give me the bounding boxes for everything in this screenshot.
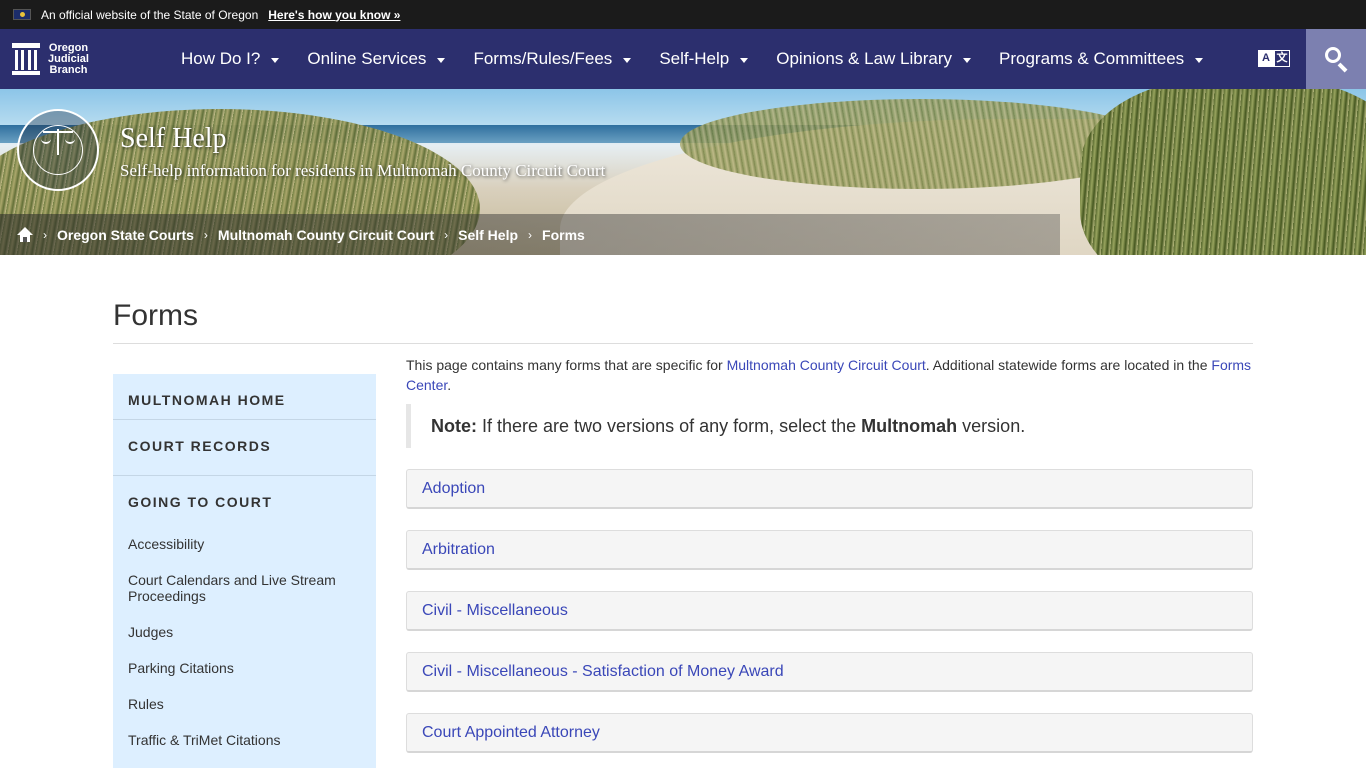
chevron-right-icon: › (528, 227, 533, 242)
nav-how-do-i[interactable]: How Do I? (167, 49, 293, 69)
hero-grass (1080, 89, 1366, 255)
intro-text: . Additional statewide forms are located… (925, 357, 1212, 373)
caret-down-icon (271, 57, 280, 63)
accordion-civil-misc[interactable]: Civil - Miscellaneous (406, 591, 1253, 631)
nav-label: Forms/Rules/Fees (473, 49, 613, 68)
logo-line: Judicial (48, 52, 89, 65)
chevron-right-icon: › (203, 227, 208, 242)
hero-title: Self Help (120, 123, 227, 154)
search-button[interactable] (1306, 29, 1366, 89)
nav-label: Self-Help (659, 49, 730, 68)
intro-text: This page contains many forms that are s… (406, 357, 727, 373)
caret-down-icon (437, 57, 446, 63)
sidebar-link-court-calendars[interactable]: Court Calendars and Live Stream Proceedi… (128, 572, 363, 604)
logo-line: Oregon (48, 41, 89, 54)
intro-paragraph: This page contains many forms that are s… (406, 355, 1256, 395)
translate-icon[interactable]: A 文 (1258, 50, 1291, 67)
nav-self-help[interactable]: Self-Help (645, 49, 762, 69)
search-icon-handle (1337, 62, 1348, 73)
hero-subtitle: Self-help information for residents in M… (120, 161, 606, 180)
search-icon (1325, 47, 1341, 63)
nav-label: Online Services (307, 49, 427, 68)
official-website-banner: An official website of the State of Oreg… (0, 0, 1366, 29)
nav-online-services[interactable]: Online Services (293, 49, 459, 69)
judicial-department-seal-icon (17, 109, 99, 191)
sidebar-item-going-to-court[interactable]: GOING TO COURT (113, 494, 376, 510)
accordion-arbitration[interactable]: Arbitration (406, 530, 1253, 570)
sidebar-item-multnomah-home[interactable]: MULTNOMAH HOME (113, 392, 376, 408)
title-divider (113, 343, 1253, 344)
nav-label: Opinions & Law Library (776, 49, 952, 68)
oregon-flag-icon (13, 9, 31, 20)
sidebar-divider (113, 475, 376, 476)
translate-zh-glyph: 文 (1274, 50, 1290, 67)
nav-label: How Do I? (181, 49, 261, 68)
logo-line: Branch (49, 63, 88, 76)
caret-down-icon (1195, 57, 1204, 63)
note-bold: Multnomah (861, 415, 958, 436)
accordion-adoption[interactable]: Adoption (406, 469, 1253, 509)
note-text: If there are two versions of any form, s… (477, 415, 862, 436)
nav-menu: How Do I? Online Services Forms/Rules/Fe… (167, 49, 1217, 69)
how-you-know-link[interactable]: Here's how you know » (268, 8, 400, 22)
breadcrumb-self-help[interactable]: Self Help (458, 227, 518, 243)
sidebar-link-judges[interactable]: Judges (128, 624, 363, 640)
multnomah-court-link[interactable]: Multnomah County Circuit Court (727, 357, 926, 373)
note-callout: Note: If there are two versions of any f… (406, 404, 1252, 448)
nav-opinions-law-library[interactable]: Opinions & Law Library (762, 49, 985, 69)
nav-forms-rules-fees[interactable]: Forms/Rules/Fees (459, 49, 645, 69)
sidebar-link-parking-citations[interactable]: Parking Citations (128, 660, 363, 676)
sidebar: MULTNOMAH HOME COURT RECORDS GOING TO CO… (113, 374, 376, 768)
chevron-right-icon: › (444, 227, 449, 242)
note-label: Note: (431, 415, 477, 436)
sidebar-item-court-records[interactable]: COURT RECORDS (113, 438, 376, 454)
hero-banner: Self Help Self-help information for resi… (0, 89, 1366, 255)
note-text: version. (957, 415, 1026, 436)
sidebar-link-rules[interactable]: Rules (128, 696, 363, 712)
breadcrumb-multnomah-county[interactable]: Multnomah County Circuit Court (218, 227, 434, 243)
translate-a-glyph: A (1258, 50, 1274, 67)
official-banner-text: An official website of the State of Oreg… (41, 7, 259, 22)
breadcrumb-forms[interactable]: Forms (542, 227, 585, 243)
nav-label: Programs & Committees (999, 49, 1185, 68)
sidebar-link-accessibility[interactable]: Accessibility (128, 536, 363, 552)
accordion-court-appointed-attorney[interactable]: Court Appointed Attorney (406, 713, 1253, 753)
accordion-civil-misc-money-award[interactable]: Civil - Miscellaneous - Satisfaction of … (406, 652, 1253, 692)
main-navbar: Oregon Judicial Branch How Do I? Online … (0, 29, 1366, 89)
caret-down-icon (963, 57, 971, 63)
chevron-right-icon: › (43, 227, 47, 242)
page-title: Forms (113, 299, 198, 332)
breadcrumb: › Oregon State Courts › Multnomah County… (0, 214, 1060, 255)
caret-down-icon (740, 57, 749, 63)
sidebar-link-traffic-trimet[interactable]: Traffic & TriMet Citations (128, 732, 363, 748)
logo-text: Oregon Judicial Branch (48, 41, 89, 76)
breadcrumb-oregon-state-courts[interactable]: Oregon State Courts (57, 227, 194, 243)
sidebar-divider (113, 419, 376, 420)
pillar-icon (12, 43, 40, 75)
intro-text: . (447, 377, 452, 393)
ojd-logo[interactable]: Oregon Judicial Branch (12, 41, 147, 76)
caret-down-icon (623, 57, 632, 63)
home-icon[interactable] (17, 226, 33, 243)
nav-programs-committees[interactable]: Programs & Committees (985, 49, 1217, 69)
